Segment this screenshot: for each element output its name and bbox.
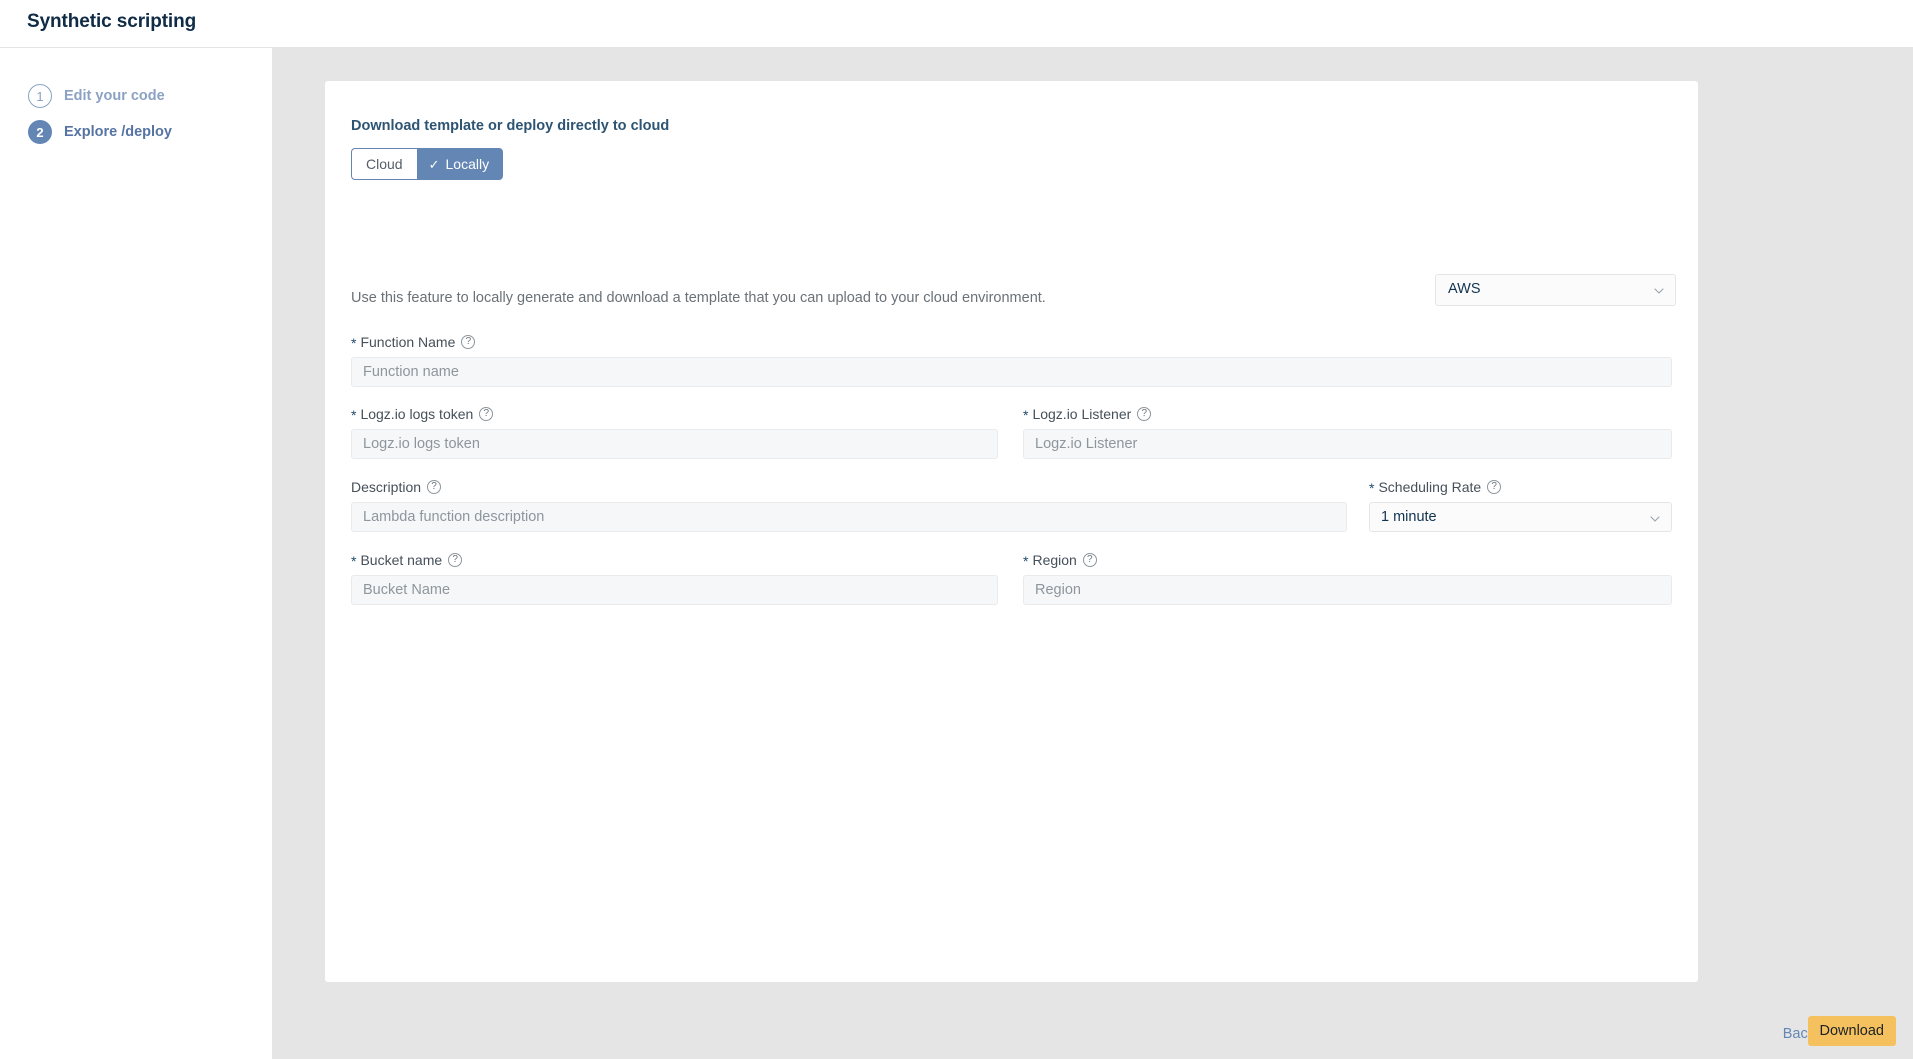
field-region: * Region ? Region [1023,551,1672,605]
question-mark-icon[interactable]: ? [479,407,493,421]
field-label: * Logz.io logs token ? [351,405,998,423]
question-mark-icon[interactable]: ? [461,335,475,349]
field-label: * Bucket name ? [351,551,998,569]
question-mark-icon[interactable]: ? [1083,553,1097,567]
function-name-input[interactable]: Function name [351,357,1672,387]
field-label-text: Function Name [360,334,455,350]
field-label-text: Logz.io logs token [360,406,473,422]
description-input[interactable]: Lambda function description [351,502,1347,532]
page-title: Synthetic scripting [27,11,196,33]
chevron-down-icon [1654,286,1664,296]
cloud-provider-select[interactable]: AWS [1435,274,1676,306]
field-label: * Region ? [1023,551,1672,569]
question-mark-icon[interactable]: ? [448,553,462,567]
field-label: * Logz.io Listener ? [1023,405,1672,423]
tab-locally[interactable]: ✓ Locally [417,148,504,180]
logs-token-input[interactable]: Logz.io logs token [351,429,998,459]
deploy-mode-toggle: Cloud ✓ Locally [351,148,503,180]
cloud-provider-value: AWS [1448,281,1481,297]
app-header: Synthetic scripting [0,0,1913,48]
bucket-name-input[interactable]: Bucket Name [351,575,998,605]
field-label-text: Region [1032,552,1076,568]
field-label: * Scheduling Rate ? [1369,478,1672,496]
sidebar-step-label: Edit your code [64,88,165,104]
download-button[interactable]: Download [1808,1016,1897,1046]
listener-input[interactable]: Logz.io Listener [1023,429,1672,459]
tab-cloud-label: Cloud [366,156,403,172]
field-logs-token: * Logz.io logs token ? Logz.io logs toke… [351,405,998,459]
tab-locally-label: Locally [446,156,490,172]
field-label-text: Scheduling Rate [1378,479,1481,495]
sidebar-step-label: Explore /deploy [64,124,172,140]
footer-actions: Back Download [272,1008,1913,1059]
scheduling-rate-value: 1 minute [1381,509,1437,525]
check-icon: ✓ [429,158,440,171]
field-label: Description ? [351,478,1347,496]
field-label-text: Bucket name [360,552,442,568]
required-marker: * [1023,408,1028,422]
required-marker: * [1369,481,1374,495]
deploy-card: Download template or deploy directly to … [325,81,1698,982]
field-label-text: Logz.io Listener [1032,406,1131,422]
sidebar: 1 Edit your code 2 Explore /deploy [0,48,272,1059]
region-input[interactable]: Region [1023,575,1672,605]
tab-cloud[interactable]: Cloud [351,148,417,180]
required-marker: * [1023,554,1028,568]
field-description: Description ? Lambda function descriptio… [351,478,1347,532]
question-mark-icon[interactable]: ? [1137,407,1151,421]
field-label: * Function Name ? [351,333,1672,351]
question-mark-icon[interactable]: ? [1487,480,1501,494]
main-content-area: Download template or deploy directly to … [272,48,1913,1059]
sidebar-step-explore-deploy[interactable]: 2 Explore /deploy [28,119,172,145]
field-listener: * Logz.io Listener ? Logz.io Listener [1023,405,1672,459]
step-number-badge: 1 [28,84,52,108]
step-number-badge: 2 [28,120,52,144]
field-label-text: Description [351,479,421,495]
question-mark-icon[interactable]: ? [427,480,441,494]
field-scheduling-rate: * Scheduling Rate ? 1 minute [1369,478,1672,532]
sidebar-step-edit-your-code[interactable]: 1 Edit your code [28,83,165,109]
required-marker: * [351,336,356,350]
field-function-name: * Function Name ? Function name [351,333,1672,387]
field-bucket-name: * Bucket name ? Bucket Name [351,551,998,605]
card-title: Download template or deploy directly to … [351,118,669,134]
required-marker: * [351,408,356,422]
required-marker: * [351,554,356,568]
chevron-down-icon [1650,514,1660,524]
intro-text: Use this feature to locally generate and… [351,290,1046,306]
scheduling-rate-select[interactable]: 1 minute [1369,502,1672,532]
